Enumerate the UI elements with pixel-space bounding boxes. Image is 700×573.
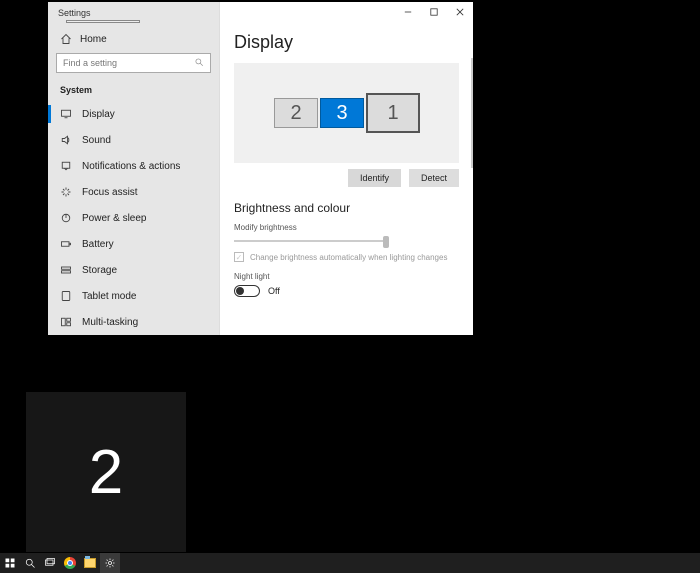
nav-item-power[interactable]: Power & sleep xyxy=(48,205,219,231)
settings-sidebar: Settings Home Find a setting System Disp… xyxy=(48,2,220,335)
nav-label: Notifications & actions xyxy=(82,161,180,172)
taskbar-chrome[interactable] xyxy=(60,553,80,573)
brightness-slider[interactable] xyxy=(234,240,389,242)
night-light-state: Off xyxy=(268,286,280,296)
sound-icon xyxy=(60,134,72,146)
nav-item-battery[interactable]: Battery xyxy=(48,231,219,257)
display-action-buttons: Identify Detect xyxy=(234,169,459,187)
focus-assist-icon xyxy=(60,186,72,198)
brightness-label: Modify brightness xyxy=(234,223,459,232)
multitasking-icon xyxy=(60,316,72,328)
home-icon xyxy=(60,33,72,45)
display-identify-overlay: 2 xyxy=(26,392,186,552)
checkbox-icon xyxy=(234,252,244,262)
taskbar-file-explorer[interactable] xyxy=(80,553,100,573)
nav-label: Sound xyxy=(82,135,111,146)
identify-button[interactable]: Identify xyxy=(348,169,401,187)
maximize-button[interactable] xyxy=(421,2,447,22)
monitor-2[interactable]: 2 xyxy=(274,98,318,128)
file-explorer-icon xyxy=(84,558,96,568)
auto-brightness-checkbox[interactable]: Change brightness automatically when lig… xyxy=(234,252,459,262)
nav-item-sound[interactable]: Sound xyxy=(48,127,219,153)
nav-label: Battery xyxy=(82,239,114,250)
task-view-button[interactable] xyxy=(40,553,60,573)
nav-label: Multi-tasking xyxy=(82,317,138,328)
window-drag-region[interactable] xyxy=(66,20,140,23)
battery-icon xyxy=(60,238,72,250)
nav-item-multitasking[interactable]: Multi-tasking xyxy=(48,309,219,335)
nav-home[interactable]: Home xyxy=(48,29,219,49)
power-icon xyxy=(60,212,72,224)
nav-item-storage[interactable]: Storage xyxy=(48,257,219,283)
brightness-slider-thumb[interactable] xyxy=(383,236,389,248)
taskbar xyxy=(0,553,700,573)
scrollbar[interactable] xyxy=(471,58,473,168)
nav-item-focus-assist[interactable]: Focus assist xyxy=(48,179,219,205)
nav-item-display[interactable]: Display xyxy=(48,101,219,127)
notifications-icon xyxy=(60,160,72,172)
monitor-1[interactable]: 1 xyxy=(366,93,420,133)
search-icon xyxy=(194,57,204,69)
night-light-label: Night light xyxy=(234,272,459,281)
search-placeholder: Find a setting xyxy=(63,58,117,68)
window-controls xyxy=(395,2,473,22)
search-row: Find a setting xyxy=(48,49,219,77)
search-input[interactable]: Find a setting xyxy=(56,53,211,73)
app-title: Settings xyxy=(58,8,91,18)
display-icon xyxy=(60,108,72,120)
display-settings-content: Display 2 3 1 Identify Detect Brightness… xyxy=(220,2,473,297)
monitor-3[interactable]: 3 xyxy=(320,98,364,128)
tablet-icon xyxy=(60,290,72,302)
nav-item-notifications[interactable]: Notifications & actions xyxy=(48,153,219,179)
nav-label: Display xyxy=(82,109,115,120)
nav-item-tablet[interactable]: Tablet mode xyxy=(48,283,219,309)
close-button[interactable] xyxy=(447,2,473,22)
nav-group-system: System xyxy=(48,77,219,101)
display-arrangement-area[interactable]: 2 3 1 xyxy=(234,63,459,163)
page-title: Display xyxy=(234,32,459,53)
nav-label: Power & sleep xyxy=(82,213,146,224)
nav-label: Tablet mode xyxy=(82,291,136,302)
section-brightness-colour: Brightness and colour xyxy=(234,201,459,215)
nav-label: Focus assist xyxy=(82,187,138,198)
detect-button[interactable]: Detect xyxy=(409,169,459,187)
nav-label: Storage xyxy=(82,265,117,276)
night-light-row: Off xyxy=(234,285,459,297)
content-pane: Display 2 3 1 Identify Detect Brightness… xyxy=(220,2,473,335)
nav-list: Display Sound Notifications & actions Fo… xyxy=(48,101,219,335)
night-light-toggle[interactable] xyxy=(234,285,260,297)
start-button[interactable] xyxy=(0,553,20,573)
nav-home-label: Home xyxy=(80,34,107,45)
taskbar-settings[interactable] xyxy=(100,553,120,573)
chrome-icon xyxy=(64,557,76,569)
minimize-button[interactable] xyxy=(395,2,421,22)
auto-brightness-label: Change brightness automatically when lig… xyxy=(250,253,447,262)
storage-icon xyxy=(60,264,72,276)
taskbar-search-button[interactable] xyxy=(20,553,40,573)
settings-window: Settings Home Find a setting System Disp… xyxy=(48,2,473,335)
